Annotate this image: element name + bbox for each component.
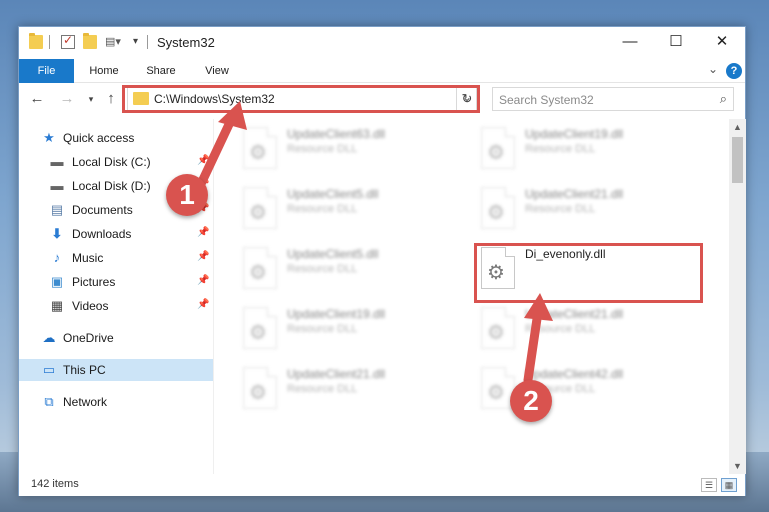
arrow-2-head	[524, 293, 553, 321]
arrow-1-shaft	[195, 113, 237, 191]
step-2-badge: 2	[510, 380, 552, 422]
arrow-2-shaft	[523, 307, 543, 385]
step-1-badge: 1	[166, 174, 208, 216]
annotation-arrows	[195, 101, 553, 385]
arrow-1-head	[218, 101, 247, 130]
